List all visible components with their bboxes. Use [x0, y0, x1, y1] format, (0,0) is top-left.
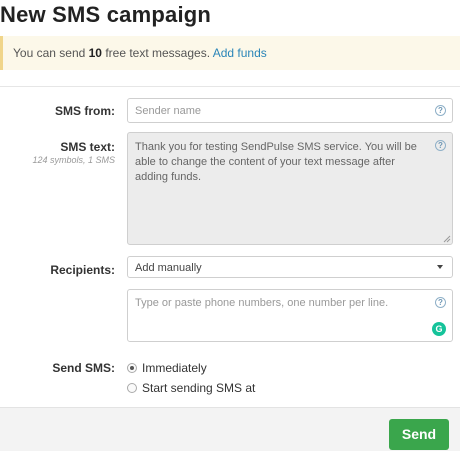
page-title: New SMS campaign	[0, 2, 212, 27]
radio-start-sending-at-label[interactable]: Start sending SMS at	[142, 381, 255, 395]
chevron-down-icon	[437, 265, 443, 269]
radio-start-sending-at[interactable]	[127, 383, 137, 393]
radio-immediately-label[interactable]: Immediately	[142, 361, 207, 375]
grammarly-icon[interactable]: G	[432, 322, 446, 336]
sender-name-input[interactable]: Sender name ?	[127, 98, 453, 123]
sender-name-placeholder: Sender name	[135, 105, 202, 117]
sms-text-area[interactable]: Thank you for testing SendPulse SMS serv…	[127, 132, 453, 245]
sms-text-counter: 124 symbols, 1 SMS	[32, 155, 115, 165]
notice-text: You can send 10 free text messages. Add …	[13, 46, 267, 60]
add-funds-link[interactable]: Add funds	[213, 46, 267, 60]
form-footer: Send	[0, 407, 460, 451]
sms-text-value: Thank you for testing SendPulse SMS serv…	[135, 141, 417, 183]
notice-suffix: free text messages.	[101, 46, 213, 60]
phone-numbers-placeholder: Type or paste phone numbers, one number …	[135, 297, 389, 309]
resize-handle-icon[interactable]	[443, 235, 451, 243]
recipients-select[interactable]: Add manually	[127, 256, 453, 278]
send-sms-label: Send SMS:	[52, 361, 115, 375]
question-circle-icon[interactable]: ?	[435, 140, 446, 151]
free-sms-notice: You can send 10 free text messages. Add …	[0, 36, 460, 70]
notice-prefix: You can send	[13, 46, 89, 60]
sms-text-label: SMS text:	[60, 140, 115, 154]
question-circle-icon[interactable]: ?	[435, 105, 446, 116]
sms-from-label: SMS from:	[55, 104, 115, 118]
send-button[interactable]: Send	[389, 419, 449, 450]
radio-immediately[interactable]	[127, 363, 137, 373]
question-circle-icon[interactable]: ?	[435, 297, 446, 308]
notice-count: 10	[88, 46, 102, 60]
recipients-label: Recipients:	[50, 263, 115, 277]
section-divider	[0, 86, 460, 87]
recipients-selected-value: Add manually	[135, 262, 202, 274]
phone-numbers-textarea[interactable]: Type or paste phone numbers, one number …	[127, 289, 453, 342]
